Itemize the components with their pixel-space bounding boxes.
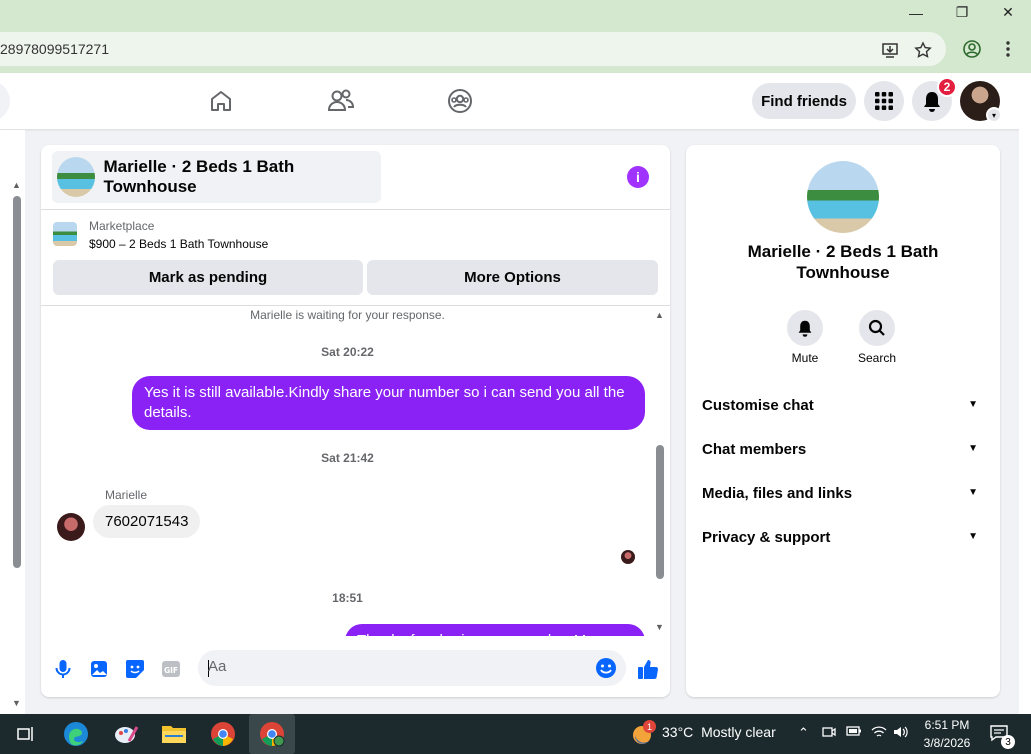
edge-browser-icon[interactable] xyxy=(62,720,90,748)
address-bar[interactable]: 28978099517271 xyxy=(0,32,946,66)
windows-taskbar: 1 33°C Mostly clear ⌃ 6:51 PM 3/8/2026 3 xyxy=(0,714,1031,754)
listing-photo[interactable] xyxy=(807,161,879,233)
search-icon[interactable] xyxy=(859,310,895,346)
notification-badge: 2 xyxy=(937,77,957,97)
message-input-box[interactable] xyxy=(198,650,626,686)
message-timestamp: Sat 21:42 xyxy=(321,451,374,465)
chevron-down-icon: ▼ xyxy=(968,487,978,498)
install-app-icon[interactable] xyxy=(880,40,900,60)
message-timestamp: Sat 20:22 xyxy=(321,345,374,359)
find-friends-button[interactable]: Find friends xyxy=(752,83,856,119)
chat-scroll-down-arrow-icon[interactable]: ▼ xyxy=(655,622,664,632)
task-view-icon[interactable] xyxy=(12,720,40,748)
message-timestamp: 18:51 xyxy=(332,591,363,605)
system-message: Marielle is waiting for your response. xyxy=(250,308,445,322)
media-files-links-row[interactable]: Media, files and links ▼ xyxy=(702,485,984,509)
notification-count-badge: 3 xyxy=(1001,735,1015,749)
details-title: Marielle · 2 Beds 1 Bath Townhouse xyxy=(747,242,939,282)
weather-widget[interactable]: 33°C Mostly clear xyxy=(662,724,776,740)
chevron-down-icon[interactable]: ▾ xyxy=(986,107,1002,123)
clock-time: 6:51 PM xyxy=(924,718,970,732)
volume-icon[interactable] xyxy=(893,725,909,742)
photo-icon[interactable] xyxy=(88,658,110,680)
privacy-support-row[interactable]: Privacy & support ▼ xyxy=(702,529,984,553)
restore-button[interactable]: ❐ xyxy=(939,0,985,25)
chat-header[interactable]: Marielle · 2 Beds 1 Bath Townhouse xyxy=(52,151,381,203)
meet-now-icon[interactable] xyxy=(822,725,836,742)
show-hidden-icons-chevron-icon[interactable]: ⌃ xyxy=(798,725,809,741)
battery-icon[interactable] xyxy=(846,725,862,740)
page-scrollbar-thumb[interactable] xyxy=(13,196,21,568)
home-icon[interactable] xyxy=(205,85,237,117)
chrome-icon[interactable] xyxy=(209,720,237,748)
search-label: Search xyxy=(857,351,897,365)
clock-date: 3/8/2026 xyxy=(923,736,971,750)
search-field[interactable] xyxy=(0,81,10,121)
close-button[interactable]: ✕ xyxy=(985,0,1031,25)
chat-scrollbar-thumb[interactable] xyxy=(656,445,664,579)
section-label: Chat members xyxy=(702,441,807,458)
scroll-up-arrow-icon[interactable]: ▲ xyxy=(12,180,21,190)
divider xyxy=(41,209,670,210)
chat-title: Marielle · 2 Beds 1 Bath Townhouse xyxy=(103,157,295,196)
weather-badge: 1 xyxy=(643,720,656,733)
wifi-icon[interactable] xyxy=(871,725,887,742)
marketplace-listing-thumbnail[interactable] xyxy=(53,222,77,246)
weather-temp: 33°C xyxy=(662,724,694,740)
message-input[interactable] xyxy=(208,658,588,675)
marketplace-label: Marketplace xyxy=(89,219,155,233)
svg-text:GIF: GIF xyxy=(164,666,178,675)
browser-menu-icon[interactable] xyxy=(998,39,1018,59)
sticker-icon[interactable] xyxy=(124,658,146,680)
emoji-icon[interactable] xyxy=(595,657,617,679)
weather-description: Mostly clear xyxy=(701,724,776,740)
microphone-icon[interactable] xyxy=(52,658,74,680)
chevron-down-icon: ▼ xyxy=(968,443,978,454)
chevron-down-icon: ▼ xyxy=(968,531,978,542)
scroll-down-arrow-icon[interactable]: ▼ xyxy=(12,698,21,708)
menu-grid-icon[interactable] xyxy=(864,81,904,121)
profile-icon[interactable] xyxy=(962,39,982,59)
window-titlebar: — ❐ ✕ xyxy=(0,0,1031,25)
system-clock[interactable]: 6:51 PM 3/8/2026 xyxy=(920,716,974,752)
friends-icon[interactable] xyxy=(325,85,357,117)
chrome-profile-icon[interactable] xyxy=(258,720,286,748)
more-options-button[interactable]: More Options xyxy=(367,260,658,295)
url-text[interactable]: 28978099517271 xyxy=(0,41,109,57)
customise-chat-row[interactable]: Customise chat ▼ xyxy=(702,397,984,421)
section-label: Customise chat xyxy=(702,397,814,414)
message-list: Marielle is waiting for your response. S… xyxy=(41,308,670,636)
info-icon[interactable]: i xyxy=(627,166,649,188)
outgoing-message[interactable]: Yes it is still available.Kindly share y… xyxy=(132,376,645,430)
section-label: Media, files and links xyxy=(702,485,853,502)
facebook-top-nav: Find friends 2 ▾ xyxy=(0,73,1031,129)
file-explorer-icon[interactable] xyxy=(160,720,188,748)
sender-name: Marielle xyxy=(105,488,148,502)
chat-scroll-up-arrow-icon[interactable]: ▲ xyxy=(655,310,664,320)
chat-panel: Marielle · 2 Beds 1 Bath Townhouse i Mar… xyxy=(41,145,670,697)
thumbs-up-icon[interactable] xyxy=(637,658,659,680)
chat-members-row[interactable]: Chat members ▼ xyxy=(702,441,984,465)
chevron-down-icon: ▼ xyxy=(968,399,978,410)
chat-details-panel: Marielle · 2 Beds 1 Bath Townhouse Mute … xyxy=(686,145,1000,697)
incoming-message[interactable]: 7602071543 xyxy=(93,505,201,538)
listing-price-title[interactable]: $900 – 2 Beds 1 Bath Townhouse xyxy=(89,237,268,251)
outgoing-message[interactable]: Thanks for sharing your number My xyxy=(345,624,645,636)
bookmark-star-icon[interactable] xyxy=(913,40,933,60)
page-right-scrollbar[interactable] xyxy=(1019,73,1031,714)
bell-icon[interactable] xyxy=(787,310,823,346)
paint-app-icon[interactable] xyxy=(112,720,140,748)
divider xyxy=(41,305,670,306)
browser-toolbar: 28978099517271 xyxy=(0,25,1031,73)
mute-label: Mute xyxy=(791,351,819,365)
listing-thumbnail xyxy=(57,157,96,197)
sender-avatar[interactable] xyxy=(57,513,85,541)
groups-icon[interactable] xyxy=(444,85,476,117)
section-label: Privacy & support xyxy=(702,529,831,546)
gif-icon[interactable]: GIF xyxy=(160,658,182,680)
message-composer: GIF xyxy=(41,645,670,697)
read-receipt-avatar xyxy=(621,550,635,564)
minimize-button[interactable]: — xyxy=(893,0,939,25)
mark-as-pending-button[interactable]: Mark as pending xyxy=(53,260,363,295)
